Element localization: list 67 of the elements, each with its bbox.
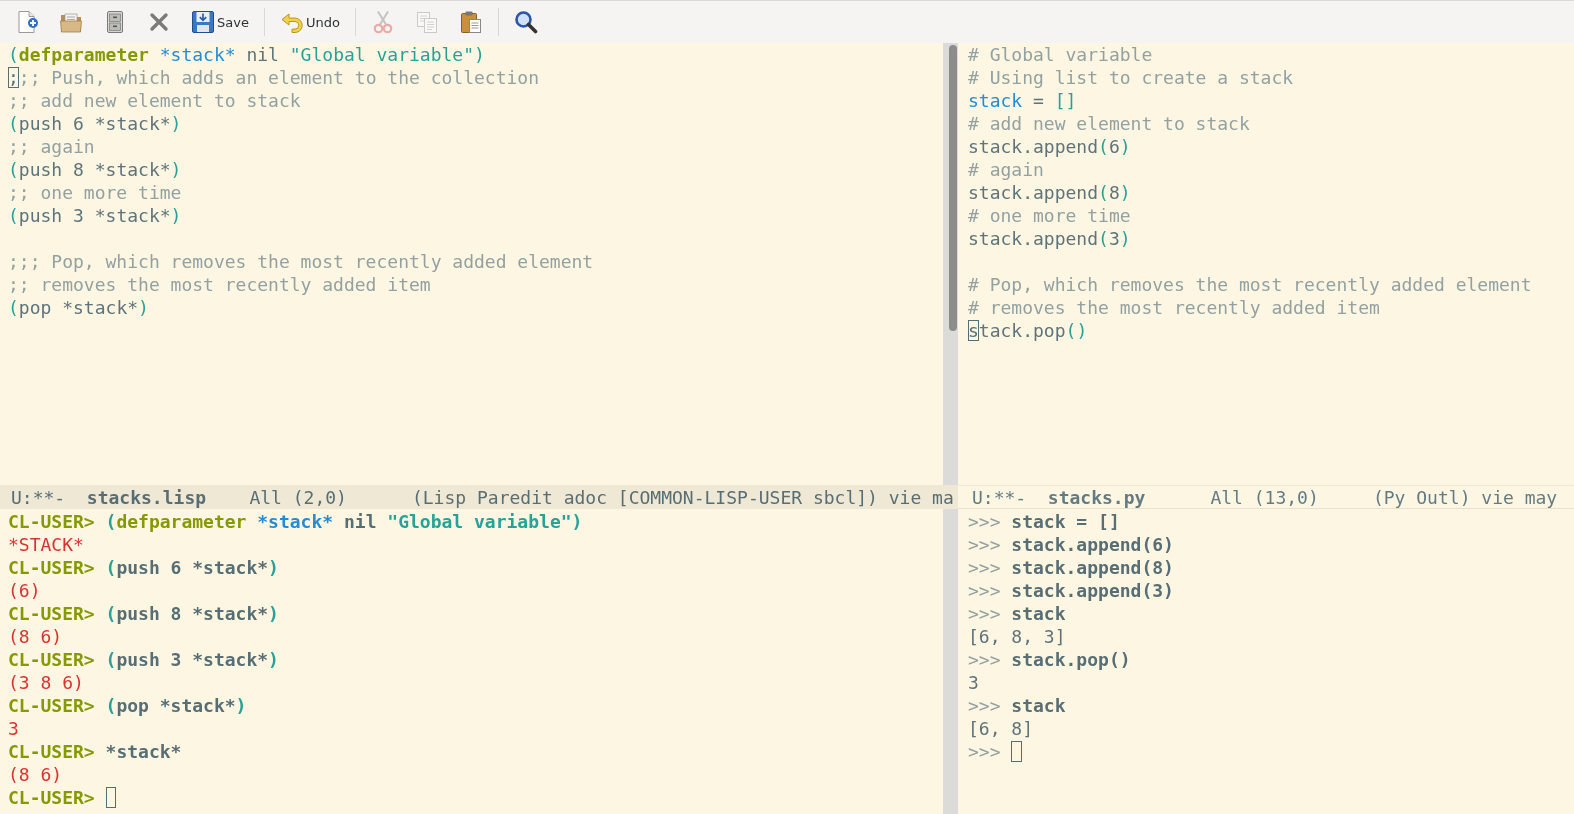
code-line: # again xyxy=(968,159,1044,180)
code-line: ;;; Push, which adds an element to the collection xyxy=(8,67,539,88)
code-line: ;;; Pop, which removes the most recently added element xyxy=(8,251,594,272)
code-line: stack.append(8) xyxy=(968,182,1131,203)
code-line: # Pop, which removes the most recently added element xyxy=(968,274,1532,295)
cursor-position: All (2,0) xyxy=(249,486,347,508)
repl-input-line: >>> stack.append(8) xyxy=(968,557,1174,578)
clipboard-icon xyxy=(458,10,483,34)
code-line: (push 3 *stack*) xyxy=(8,205,182,226)
repl-input-line: CL-USER> (pop *stack*) xyxy=(8,695,247,716)
code-line: (defparameter *stack* nil "Global variable") xyxy=(8,44,485,65)
repl-output-line: (8 6) xyxy=(8,764,63,785)
code-line: # Global variable xyxy=(968,44,1153,65)
repl-output-line: [6, 8, 3] xyxy=(968,626,1066,647)
mode-list: (Lisp Paredit adoc [COMMON-LISP-USER sbcl]) vie ma xyxy=(411,486,954,508)
repl-output-line: *STACK* xyxy=(8,534,84,555)
curved-arrow-icon xyxy=(279,10,304,34)
buffer-name: stacks.py xyxy=(1047,486,1146,508)
repl-input-line: >>> stack xyxy=(968,695,1066,716)
code-line: (pop *stack*) xyxy=(8,297,149,318)
cursor-position: All (13,0) xyxy=(1210,486,1319,508)
undo-button[interactable]: Undo xyxy=(269,4,350,40)
repl-input-line: CL-USER> (push 8 *stack*) xyxy=(8,603,279,624)
close-icon xyxy=(147,10,171,34)
scrollbar[interactable] xyxy=(943,43,958,485)
page-plus-icon xyxy=(15,10,39,34)
code-line: stack.append(6) xyxy=(968,136,1131,157)
two-pages-icon xyxy=(414,10,439,34)
scrollbar-thumb[interactable] xyxy=(949,45,957,331)
save-button[interactable]: Save xyxy=(181,4,259,40)
repl-input-line: >>> stack.pop() xyxy=(968,649,1131,670)
code-line: # add new element to stack xyxy=(968,113,1250,134)
modified-status: U:**- xyxy=(11,486,66,508)
repl-input-line: >>> stack xyxy=(968,603,1066,624)
repl-output-line: (8 6) xyxy=(8,626,63,647)
code-line: stack = [] xyxy=(968,90,1077,111)
search-icon xyxy=(513,10,538,34)
repl-input-line: CL-USER> (push 6 *stack*) xyxy=(8,557,279,578)
repl-input-line: CL-USER> (defparameter *stack* nil "Global variable") xyxy=(8,511,583,532)
code-line: stack.pop() xyxy=(968,320,1088,341)
code-line: # one more time xyxy=(968,205,1131,226)
repl-input-line: CL-USER> *stack* xyxy=(8,741,182,762)
code-line: ;; add new element to stack xyxy=(8,90,301,111)
repl-input-line: CL-USER> xyxy=(8,787,95,808)
repl-output-line: (6) xyxy=(8,580,41,601)
code-line: # Using list to create a stack xyxy=(968,67,1294,88)
code-line: ;; removes the most recently added item xyxy=(8,274,431,295)
code-line: (push 6 *stack*) xyxy=(8,113,182,134)
repl-output-line: 3 xyxy=(8,718,19,739)
buffer-name: stacks.lisp xyxy=(86,486,207,508)
repl-output-line: 3 xyxy=(968,672,979,693)
code-line: ;; one more time xyxy=(8,182,182,203)
repl-input-line: CL-USER> (push 3 *stack*) xyxy=(8,649,279,670)
folder-icon xyxy=(59,10,83,34)
code-line: # removes the most recently added item xyxy=(968,297,1380,318)
repl-input-line: >>> stack.append(3) xyxy=(968,580,1174,601)
mode-list: (Py Outl) vie may xyxy=(1372,486,1558,508)
code-line: ;; again xyxy=(8,136,95,157)
code-line: stack.append(3) xyxy=(968,228,1131,249)
scrollbar[interactable] xyxy=(943,509,958,814)
repl-input-line: >>> stack = [] xyxy=(968,511,1120,532)
repl-input-line: >>> xyxy=(968,741,1001,762)
code-line: (push 8 *stack*) xyxy=(8,159,182,180)
repl-input-line: >>> stack.append(6) xyxy=(968,534,1174,555)
modified-status: U:**- xyxy=(972,486,1027,508)
repl-output-line: [6, 8] xyxy=(968,718,1034,739)
repl-output-line: (3 8 6) xyxy=(8,672,84,693)
